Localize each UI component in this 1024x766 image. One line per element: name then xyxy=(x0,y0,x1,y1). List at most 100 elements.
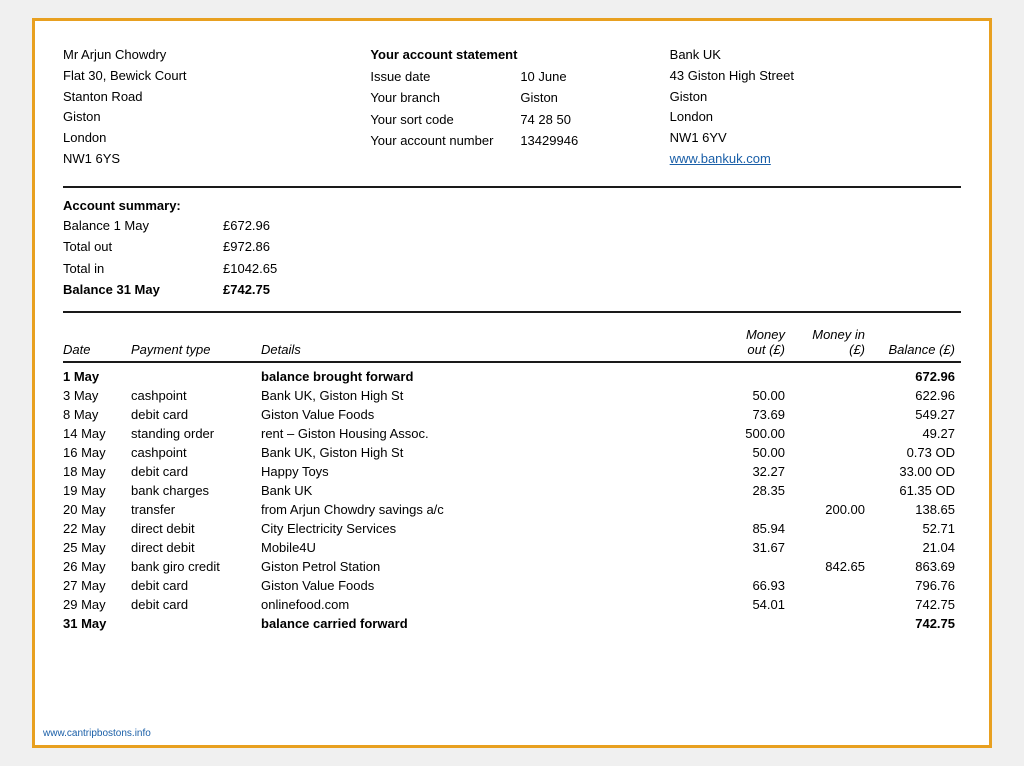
cell-moneyout: 54.01 xyxy=(711,595,791,614)
cell-date: 25 May xyxy=(63,538,131,557)
cell-moneyout: 50.00 xyxy=(711,443,791,462)
cell-balance: 622.96 xyxy=(871,386,961,405)
cell-moneyin xyxy=(791,362,871,386)
cell-moneyout: 32.27 xyxy=(711,462,791,481)
addressee-line3: Giston xyxy=(63,107,354,128)
cell-details: Bank UK, Giston High St xyxy=(261,443,711,462)
cell-details: rent – Giston Housing Assoc. xyxy=(261,424,711,443)
bank-address1: 43 Giston High Street xyxy=(670,66,961,87)
table-row: 27 May debit card Giston Value Foods 66.… xyxy=(63,576,961,595)
cell-date: 29 May xyxy=(63,595,131,614)
cell-details: City Electricity Services xyxy=(261,519,711,538)
cell-details: Bank UK, Giston High St xyxy=(261,386,711,405)
cell-balance: 61.35 OD xyxy=(871,481,961,500)
branch-label: Your branch xyxy=(370,87,520,108)
summary-label-0: Balance 1 May xyxy=(63,215,223,236)
bank-address3: London xyxy=(670,107,961,128)
bank-address4: NW1 6YV xyxy=(670,128,961,149)
cell-moneyout: 66.93 xyxy=(711,576,791,595)
cell-balance: 863.69 xyxy=(871,557,961,576)
cell-date: 19 May xyxy=(63,481,131,500)
col-header-moneyin: Money in(£) xyxy=(791,323,871,362)
cell-payment: direct debit xyxy=(131,519,261,538)
cell-details: Giston Petrol Station xyxy=(261,557,711,576)
header-section: Mr Arjun Chowdry Flat 30, Bewick Court S… xyxy=(63,45,961,170)
table-row: 18 May debit card Happy Toys 32.27 33.00… xyxy=(63,462,961,481)
cell-details: from Arjun Chowdry savings a/c xyxy=(261,500,711,519)
cell-moneyout: 50.00 xyxy=(711,386,791,405)
bank-website[interactable]: www.bankuk.com xyxy=(670,151,771,166)
cell-date: 20 May xyxy=(63,500,131,519)
table-header-row: Date Payment type Details Moneyout (£) M… xyxy=(63,323,961,362)
cell-date: 14 May xyxy=(63,424,131,443)
table-row: 31 May balance carried forward 742.75 xyxy=(63,614,961,633)
cell-payment: debit card xyxy=(131,595,261,614)
statement-box: Mr Arjun Chowdry Flat 30, Bewick Court S… xyxy=(32,18,992,748)
sortcode-label: Your sort code xyxy=(370,109,520,130)
cell-moneyin xyxy=(791,519,871,538)
summary-value-3: £742.75 xyxy=(223,279,303,300)
summary-label-1: Total out xyxy=(63,236,223,257)
cell-details: Happy Toys xyxy=(261,462,711,481)
cell-moneyin: 200.00 xyxy=(791,500,871,519)
cell-moneyin xyxy=(791,538,871,557)
issue-date-row: Issue date 10 June xyxy=(370,66,653,87)
summary-row-3: Balance 31 May £742.75 xyxy=(63,279,961,300)
col-header-date: Date xyxy=(63,323,131,362)
cell-payment: debit card xyxy=(131,462,261,481)
cell-details: balance brought forward xyxy=(261,362,711,386)
table-body: 1 May balance brought forward 672.96 3 M… xyxy=(63,362,961,633)
cell-payment: bank giro credit xyxy=(131,557,261,576)
cell-balance: 796.76 xyxy=(871,576,961,595)
summary-row-2: Total in £1042.65 xyxy=(63,258,961,279)
addressee-col: Mr Arjun Chowdry Flat 30, Bewick Court S… xyxy=(63,45,362,170)
cell-payment: standing order xyxy=(131,424,261,443)
cell-payment xyxy=(131,614,261,633)
cell-payment: cashpoint xyxy=(131,443,261,462)
issue-date-label: Issue date xyxy=(370,66,520,87)
cell-moneyout: 73.69 xyxy=(711,405,791,424)
cell-date: 8 May xyxy=(63,405,131,424)
cell-payment: transfer xyxy=(131,500,261,519)
cell-moneyin xyxy=(791,424,871,443)
header-divider xyxy=(63,186,961,188)
cell-moneyin xyxy=(791,405,871,424)
summary-row-0: Balance 1 May £672.96 xyxy=(63,215,961,236)
cell-details: Giston Value Foods xyxy=(261,405,711,424)
summary-label-2: Total in xyxy=(63,258,223,279)
table-row: 19 May bank charges Bank UK 28.35 61.35 … xyxy=(63,481,961,500)
issue-date-value: 10 June xyxy=(520,66,566,87)
table-row: 25 May direct debit Mobile4U 31.67 21.04 xyxy=(63,538,961,557)
cell-date: 18 May xyxy=(63,462,131,481)
col-header-moneyout: Moneyout (£) xyxy=(711,323,791,362)
cell-payment xyxy=(131,362,261,386)
cell-moneyout xyxy=(711,362,791,386)
transactions-table: Date Payment type Details Moneyout (£) M… xyxy=(63,323,961,633)
account-value: 13429946 xyxy=(520,130,578,151)
table-row: 22 May direct debit City Electricity Ser… xyxy=(63,519,961,538)
cell-moneyin: 842.65 xyxy=(791,557,871,576)
summary-label-3: Balance 31 May xyxy=(63,279,223,300)
summary-section: Account summary: Balance 1 May £672.96 T… xyxy=(63,198,961,301)
cell-details: onlinefood.com xyxy=(261,595,711,614)
account-label: Your account number xyxy=(370,130,520,151)
page-container: Mr Arjun Chowdry Flat 30, Bewick Court S… xyxy=(0,0,1024,766)
table-row: 29 May debit card onlinefood.com 54.01 7… xyxy=(63,595,961,614)
table-row: 8 May debit card Giston Value Foods 73.6… xyxy=(63,405,961,424)
table-header: Date Payment type Details Moneyout (£) M… xyxy=(63,323,961,362)
cell-details: Bank UK xyxy=(261,481,711,500)
cell-balance: 138.65 xyxy=(871,500,961,519)
cell-moneyout: 85.94 xyxy=(711,519,791,538)
table-row: 14 May standing order rent – Giston Hous… xyxy=(63,424,961,443)
summary-value-0: £672.96 xyxy=(223,215,303,236)
cell-moneyout xyxy=(711,614,791,633)
cell-balance: 21.04 xyxy=(871,538,961,557)
addressee-line1: Flat 30, Bewick Court xyxy=(63,66,354,87)
cell-payment: cashpoint xyxy=(131,386,261,405)
cell-moneyout xyxy=(711,500,791,519)
cell-moneyout: 500.00 xyxy=(711,424,791,443)
summary-title: Account summary: xyxy=(63,198,961,213)
watermark: www.cantripbostons.info xyxy=(43,728,151,739)
cell-date: 31 May xyxy=(63,614,131,633)
cell-balance: 49.27 xyxy=(871,424,961,443)
